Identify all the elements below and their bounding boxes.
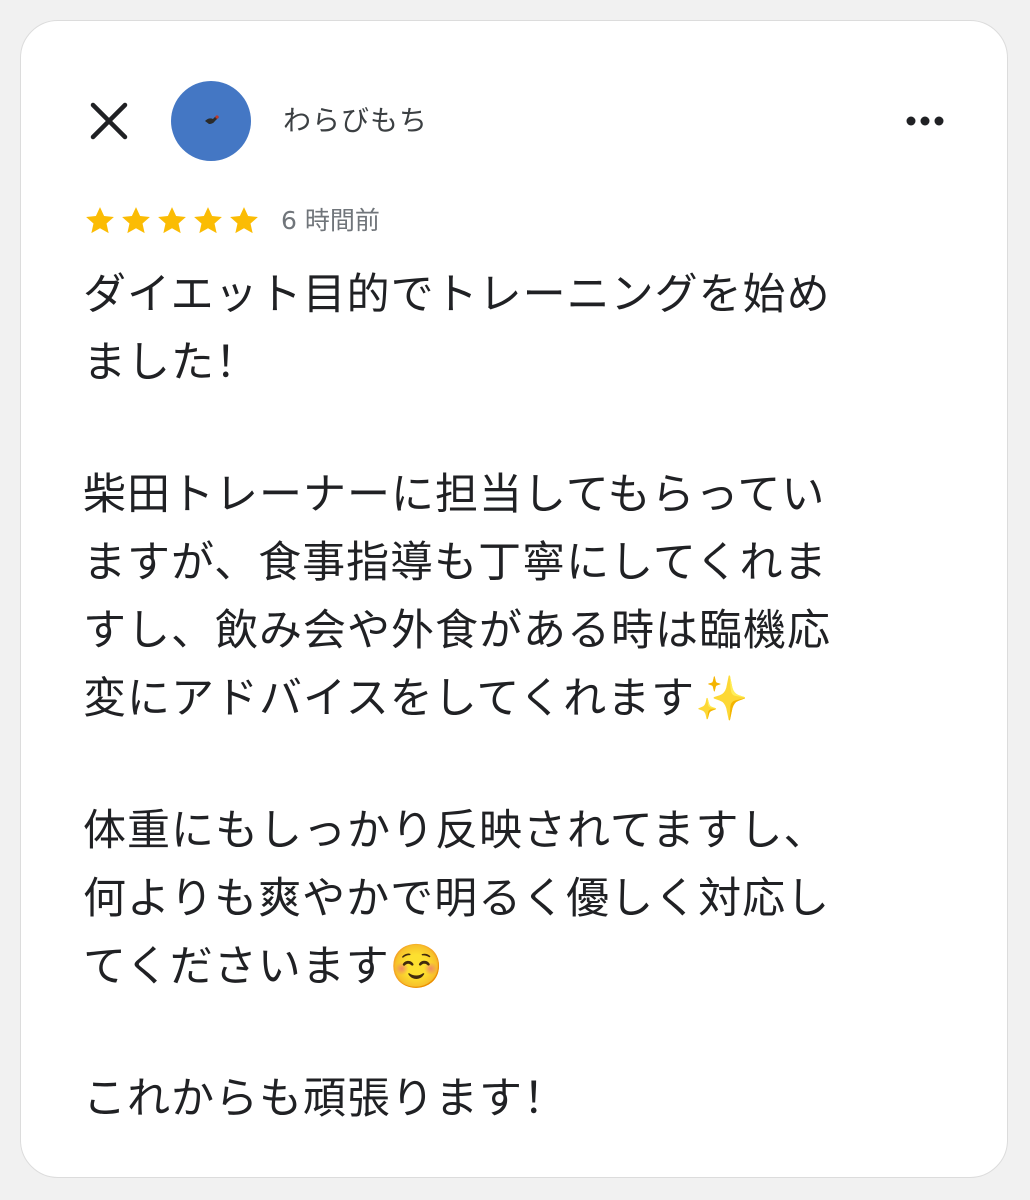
review-text: ダイエット目的でトレーニングを始め ました！ 柴田トレーナーに担当してもらってい… [83, 261, 963, 1133]
review-header: わらびもち [21, 81, 1007, 161]
close-button[interactable] [89, 101, 129, 141]
star-icon [230, 207, 258, 234]
review-paragraph: これからも頑張ります！ [83, 1074, 567, 1124]
review-paragraph: 体重にもしっかり反映されてますし、 何よりも爽やかで明るく優しく対応し てくださ… [83, 806, 831, 992]
avatar[interactable] [171, 81, 251, 161]
review-card: わらびもち 6 時間前 ダイエット目的でトレーニングを始め ました！ 柴田トレー… [20, 20, 1008, 1178]
review-paragraph: 柴田トレーナーに担当してもらってい ますが、食事指導も丁寧にしてくれま すし、飲… [83, 470, 831, 724]
rating-row: 6 時間前 [83, 203, 380, 239]
author-name[interactable]: わらびもち [283, 101, 428, 141]
star-icon [158, 207, 186, 234]
star-icon [122, 207, 150, 234]
close-icon [90, 102, 128, 140]
star-rating [83, 204, 261, 238]
review-time: 6 時間前 [281, 206, 380, 235]
star-icon [86, 207, 114, 234]
star-icon [194, 207, 222, 234]
review-paragraph: ダイエット目的でトレーニングを始め ました！ [83, 270, 831, 388]
more-options-button[interactable] [901, 105, 949, 137]
more-horizontal-icon [906, 116, 944, 126]
avatar-image [205, 115, 219, 124]
